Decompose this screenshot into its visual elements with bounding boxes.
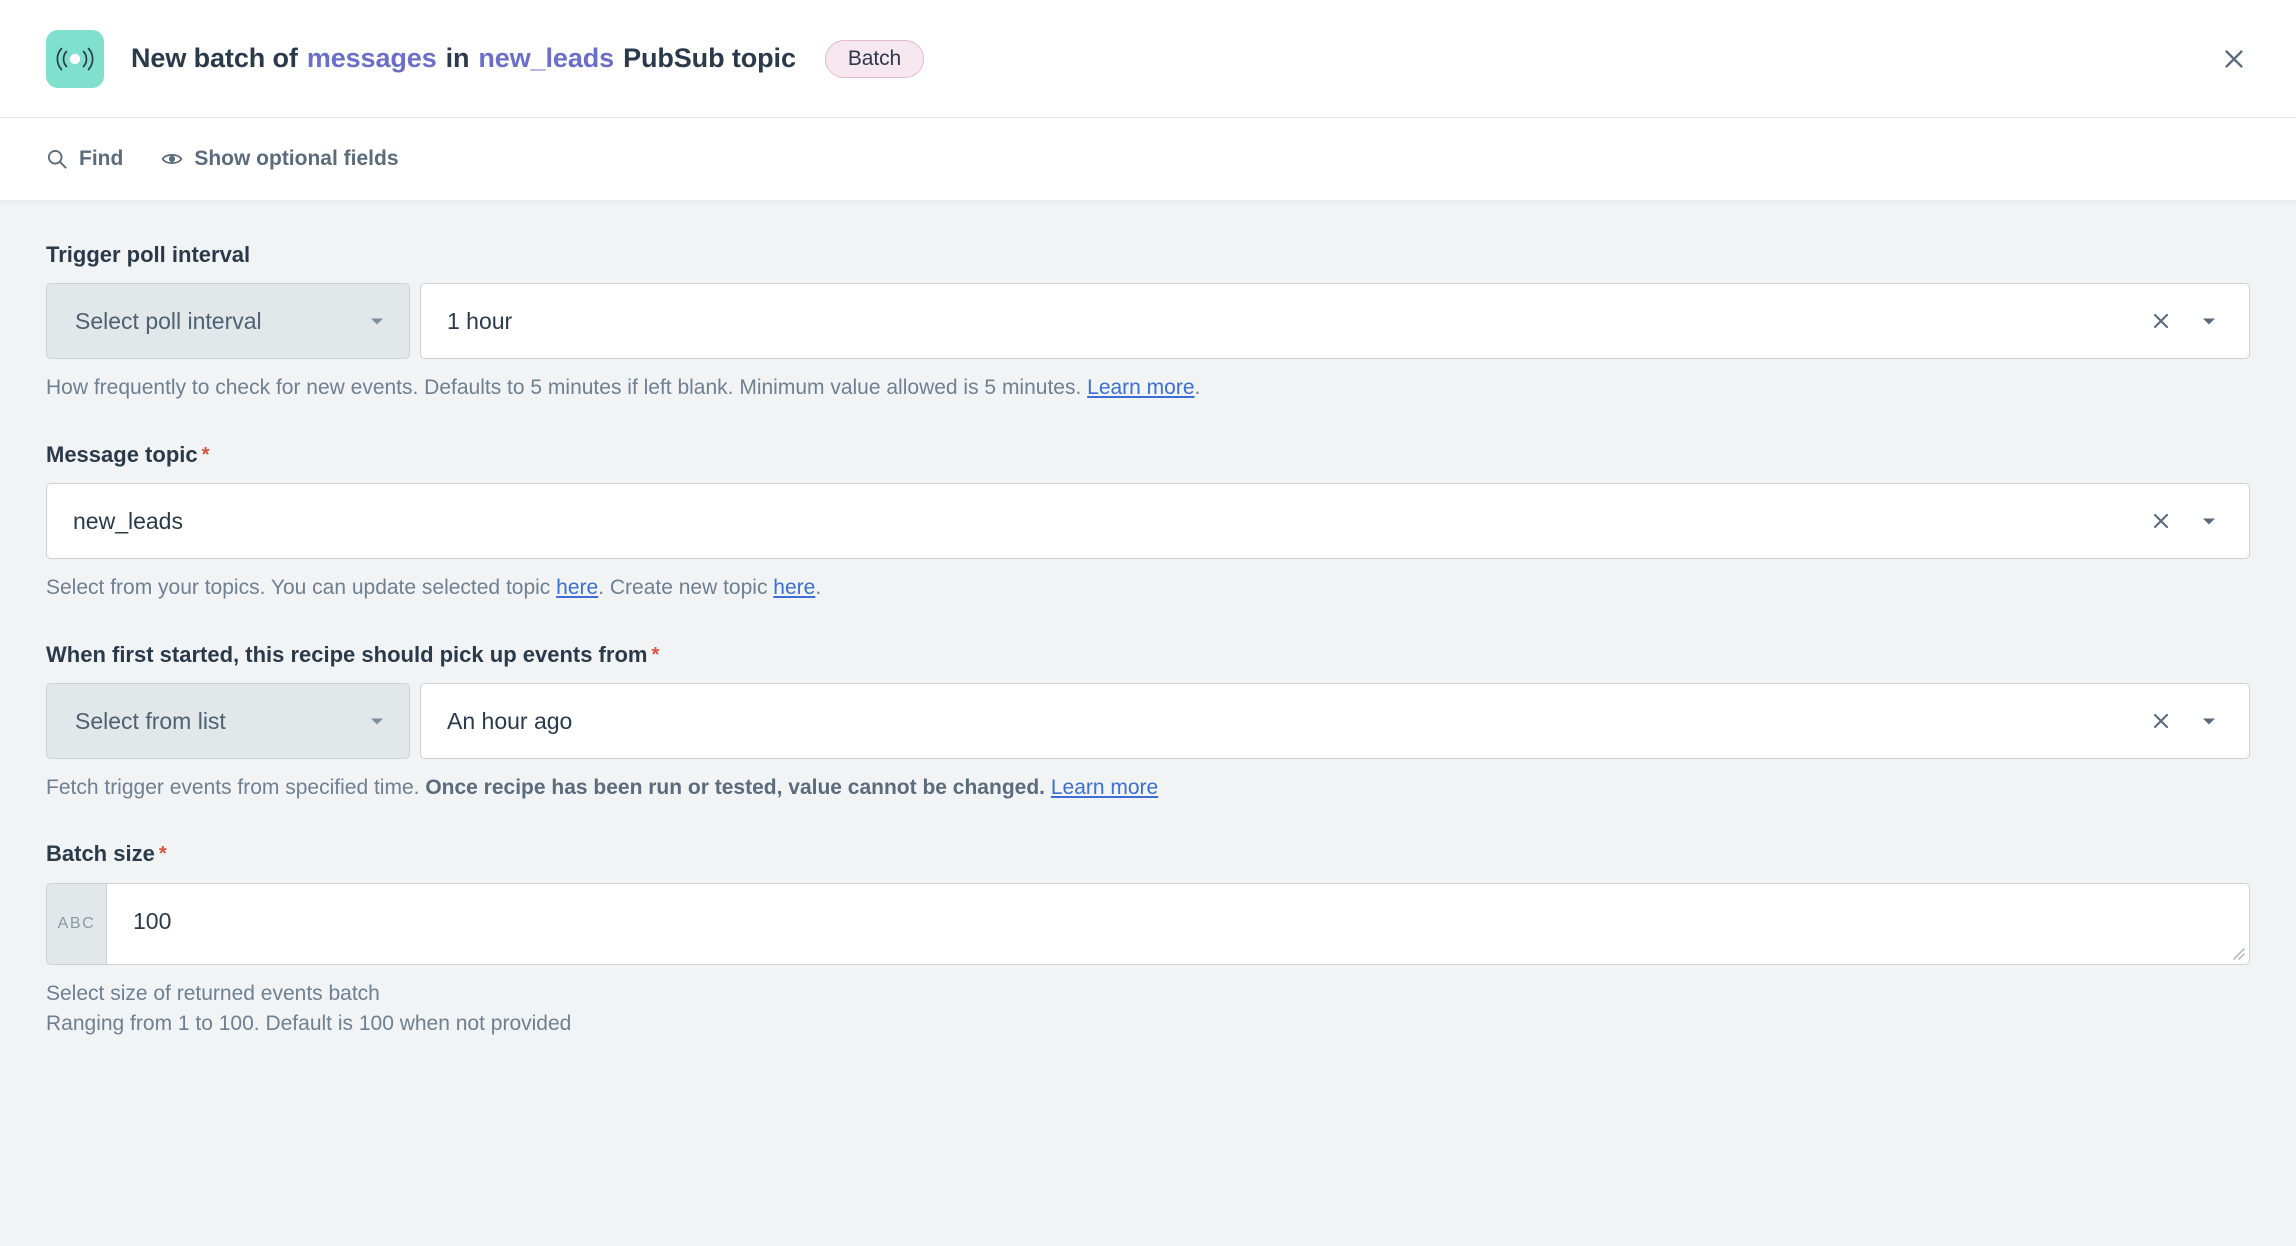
eye-icon [161, 148, 183, 170]
required-asterisk: * [202, 444, 210, 466]
learn-more-link[interactable]: Learn more [1087, 376, 1194, 399]
pubsub-broadcast-icon [46, 30, 104, 88]
batch-size-input[interactable]: 100 [106, 883, 2250, 965]
control-row: Select from list An hour ago [46, 683, 2250, 759]
hint-text-b: . Create new topic [598, 576, 773, 599]
trigger-config-panel: New batch of messages in new_leads PubSu… [0, 0, 2296, 1246]
field-batch-size: Batch size* ABC 100 Select size of retur… [46, 841, 2250, 1039]
page-title: New batch of messages in new_leads PubSu… [131, 40, 924, 78]
find-label: Find [79, 147, 123, 171]
chevron-down-icon [2199, 711, 2219, 731]
poll-interval-input[interactable]: 1 hour [420, 283, 2250, 359]
pick-up-events-input-actions [2149, 709, 2225, 733]
title-link-messages[interactable]: messages [307, 43, 437, 74]
form-body: Trigger poll interval Select poll interv… [0, 200, 2296, 1246]
close-button[interactable] [2206, 31, 2262, 87]
hint-suffix: . [1195, 376, 1201, 399]
title-token-4: PubSub topic [623, 43, 796, 74]
title-token-0: New batch of [131, 43, 298, 74]
batch-size-type-prefix: ABC [46, 883, 106, 965]
show-optional-fields-label: Show optional fields [194, 147, 398, 171]
field-hint: Fetch trigger events from specified time… [46, 773, 2250, 803]
field-label: Batch size* [46, 841, 2250, 867]
close-icon [2219, 44, 2249, 74]
pick-up-events-mode-placeholder: Select from list [75, 708, 226, 735]
toolbar: Find Show optional fields [0, 118, 2296, 200]
field-hint: Select size of returned events batch Ran… [46, 979, 2250, 1040]
create-topic-link[interactable]: here [773, 576, 815, 599]
message-topic-dropdown-button[interactable] [2199, 511, 2219, 531]
poll-interval-value: 1 hour [447, 308, 2149, 335]
field-trigger-poll-interval: Trigger poll interval Select poll interv… [46, 242, 2250, 404]
poll-interval-dropdown-button[interactable] [2199, 311, 2219, 331]
field-hint: How frequently to check for new events. … [46, 373, 2250, 403]
field-label: When first started, this recipe should p… [46, 642, 2250, 668]
pick-up-events-input[interactable]: An hour ago [420, 683, 2250, 759]
hint-bold: Once recipe has been run or tested, valu… [425, 776, 1045, 799]
pick-up-events-value: An hour ago [447, 708, 2149, 735]
clear-x-icon [2149, 709, 2173, 733]
poll-interval-mode-select[interactable]: Select poll interval [46, 283, 410, 359]
title-link-new-leads[interactable]: new_leads [478, 43, 614, 74]
pick-up-events-mode-select[interactable]: Select from list [46, 683, 410, 759]
poll-interval-input-actions [2149, 309, 2225, 333]
message-topic-value: new_leads [73, 508, 2149, 535]
search-icon [46, 148, 68, 170]
pick-up-events-clear-button[interactable] [2149, 709, 2173, 733]
hint-text: How frequently to check for new events. … [46, 376, 1087, 399]
hint-text-c: . [815, 576, 821, 599]
control-row: ABC 100 [46, 883, 2250, 965]
hint-text: Fetch trigger events from specified time… [46, 776, 425, 799]
update-topic-link[interactable]: here [556, 576, 598, 599]
message-topic-clear-button[interactable] [2149, 509, 2173, 533]
field-label: Trigger poll interval [46, 242, 2250, 268]
show-optional-fields-button[interactable]: Show optional fields [161, 147, 398, 171]
field-hint: Select from your topics. You can update … [46, 573, 2250, 603]
status-badge: Batch [825, 40, 924, 78]
hint-text-a: Select from your topics. You can update … [46, 576, 556, 599]
control-row: Select poll interval 1 hour [46, 283, 2250, 359]
hint-line-1: Select size of returned events batch [46, 979, 2250, 1009]
chevron-down-icon [2199, 511, 2219, 531]
resize-grip-icon [2229, 944, 2245, 960]
required-asterisk: * [651, 644, 659, 666]
field-label: Message topic* [46, 442, 2250, 468]
clear-x-icon [2149, 509, 2173, 533]
learn-more-link[interactable]: Learn more [1051, 776, 1158, 799]
poll-interval-clear-button[interactable] [2149, 309, 2173, 333]
field-pick-up-events-from: When first started, this recipe should p… [46, 642, 2250, 804]
clear-x-icon [2149, 309, 2173, 333]
message-topic-input[interactable]: new_leads [46, 483, 2250, 559]
batch-size-value: 100 [133, 908, 171, 934]
chevron-down-icon [367, 711, 387, 731]
titlebar: New batch of messages in new_leads PubSu… [0, 0, 2296, 118]
pick-up-events-dropdown-button[interactable] [2199, 711, 2219, 731]
field-message-topic: Message topic* new_leads [46, 442, 2250, 604]
find-button[interactable]: Find [46, 147, 123, 171]
message-topic-input-actions [2149, 509, 2225, 533]
chevron-down-icon [367, 311, 387, 331]
poll-interval-mode-placeholder: Select poll interval [75, 308, 262, 335]
control-row: new_leads [46, 483, 2250, 559]
title-token-2: in [446, 43, 470, 74]
chevron-down-icon [2199, 311, 2219, 331]
required-asterisk: * [159, 843, 167, 865]
hint-line-2: Ranging from 1 to 100. Default is 100 wh… [46, 1009, 2250, 1039]
